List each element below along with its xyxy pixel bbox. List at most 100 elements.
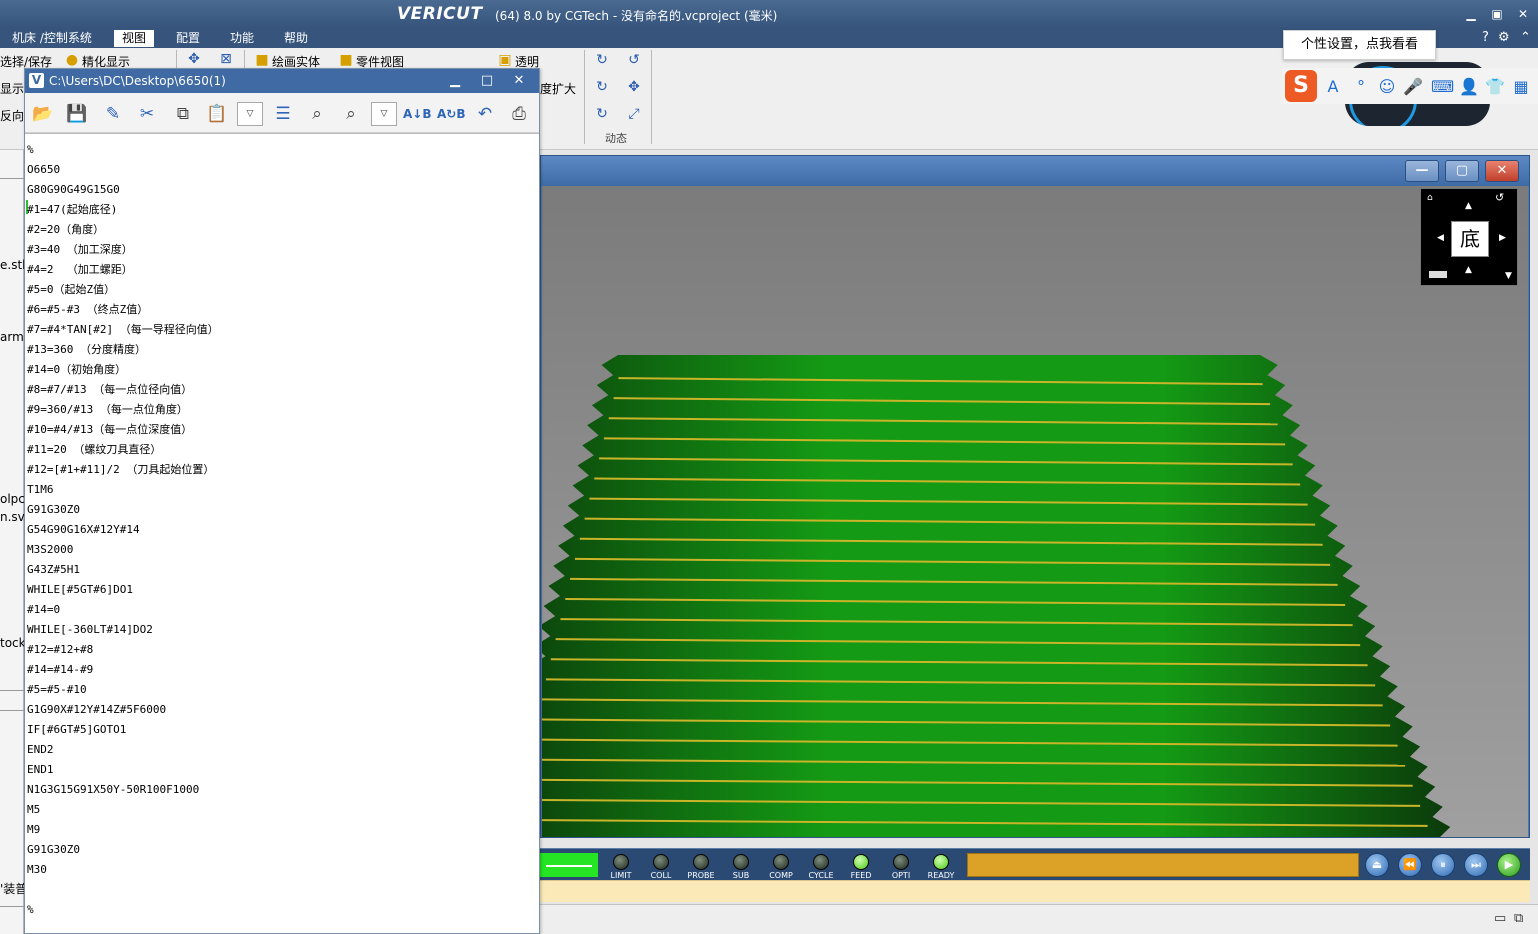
save-icon[interactable]: 💾 bbox=[65, 102, 89, 126]
help-icon[interactable]: ? bbox=[1482, 28, 1489, 48]
play-button[interactable]: ▶ bbox=[1497, 853, 1521, 877]
zoom-expand-button[interactable]: 度扩大 bbox=[540, 80, 576, 97]
tree-item-stl[interactable]: e.stl bbox=[0, 258, 26, 272]
status-led-coll: COLL bbox=[642, 852, 680, 880]
tree-item-arm[interactable]: arm bbox=[0, 330, 24, 344]
insert-line-icon[interactable]: ☰ bbox=[271, 102, 295, 126]
pan-icon[interactable]: ✥ bbox=[626, 79, 642, 95]
code-line: G91G30Z0 bbox=[27, 503, 80, 516]
rotate-cw-icon[interactable]: ↺ bbox=[626, 52, 642, 68]
code-line: % bbox=[27, 143, 34, 156]
cube-menu-icon[interactable]: ▼ bbox=[1505, 271, 1512, 281]
code-line: M9 bbox=[27, 823, 41, 836]
ime-tooltip[interactable]: 个性设置，点我看看 bbox=[1283, 30, 1436, 60]
replace-all-icon[interactable]: A↻B bbox=[437, 102, 466, 126]
ime-keyboard-icon[interactable]: ⌨ bbox=[1431, 77, 1454, 97]
find-icon[interactable]: ⌕ bbox=[305, 102, 329, 126]
draw-solid-icon: ■ bbox=[255, 52, 269, 68]
ime-emoji-icon[interactable]: ☺ bbox=[1377, 77, 1397, 97]
view-close-button[interactable]: ✕ bbox=[1485, 160, 1519, 182]
replace-icon[interactable]: A↓B bbox=[403, 102, 432, 126]
menu-view[interactable]: 视图 bbox=[114, 30, 155, 47]
pause-button[interactable]: ⏸ bbox=[1431, 853, 1455, 877]
cube-bar-icon[interactable] bbox=[1429, 271, 1447, 278]
ime-user-icon[interactable]: 👤 bbox=[1459, 77, 1479, 97]
tree-item-nsv[interactable]: n.sv bbox=[0, 510, 25, 524]
paste-icon[interactable]: 📋 bbox=[205, 102, 229, 126]
cube-face-bottom[interactable]: 底 bbox=[1451, 221, 1489, 257]
print-icon[interactable]: ⎙ bbox=[507, 102, 531, 126]
open-folder-icon[interactable]: 📂 bbox=[31, 102, 55, 126]
rotate-y-icon[interactable]: ↻ bbox=[594, 79, 610, 95]
rotate-view-icon[interactable]: ↺ bbox=[1495, 191, 1504, 204]
view-maximize-button[interactable]: ▢ bbox=[1445, 160, 1479, 182]
view-minimize-button[interactable]: — bbox=[1405, 160, 1439, 182]
minimize-panel-icon[interactable]: ▭ bbox=[1494, 911, 1506, 926]
paste-dropdown[interactable]: ▽ bbox=[237, 102, 263, 126]
step-button[interactable]: ⏭ bbox=[1464, 853, 1488, 877]
code-line: END2 bbox=[27, 743, 54, 756]
rotate-x-icon[interactable]: ↻ bbox=[594, 52, 610, 68]
copy-icon[interactable]: ⧉ bbox=[171, 102, 195, 126]
close-button[interactable]: ✕ bbox=[1514, 5, 1532, 23]
status-led-feed: FEED bbox=[842, 852, 880, 880]
simulation-progress-bar[interactable] bbox=[967, 853, 1359, 877]
main-titlebar: VERICUT (64) 8.0 by CGTech - 没有命名的.vcpro… bbox=[0, 0, 1538, 28]
find-dropdown[interactable]: ▽ bbox=[371, 102, 397, 126]
gear-icon[interactable]: ⚙ bbox=[1498, 28, 1510, 48]
zoom-region-icon[interactable]: ⤢ bbox=[626, 106, 642, 122]
code-line: G43Z#5H1 bbox=[27, 563, 80, 576]
menu-machine-control[interactable]: 机床 /控制系统 bbox=[4, 30, 100, 47]
menu-help[interactable]: 帮助 bbox=[276, 30, 316, 47]
code-line: WHILE[-360LT#14]DO2 bbox=[27, 623, 153, 636]
part-view-icon: ■ bbox=[339, 52, 353, 68]
tree-item-olpc[interactable]: olpc bbox=[0, 492, 25, 506]
editor-text-area[interactable]: % O6650 G80G90G49G15G0 #1=47(起始底径) #2=20（角度）… bbox=[25, 133, 539, 933]
rotate-icon[interactable]: ✥ bbox=[186, 51, 202, 67]
code-line: G80G90G49G15G0 bbox=[27, 183, 120, 196]
restore-panel-icon[interactable]: ⧉ bbox=[1514, 911, 1523, 926]
status-led-opti: OPTI bbox=[882, 852, 920, 880]
ribbon-divider bbox=[651, 50, 652, 144]
find-next-icon[interactable]: ⌕ bbox=[339, 102, 363, 126]
editor-maximize-button[interactable]: □ bbox=[477, 72, 497, 90]
editor-close-button[interactable]: ✕ bbox=[509, 72, 529, 90]
3d-viewport[interactable] bbox=[542, 186, 1528, 837]
reset-button[interactable]: ⏏ bbox=[1365, 853, 1389, 877]
led-light bbox=[773, 854, 789, 870]
cut-icon[interactable]: ✂ bbox=[135, 102, 159, 126]
ime-punct-icon[interactable]: ° bbox=[1351, 77, 1371, 97]
ime-skin-icon[interactable]: 👕 bbox=[1485, 77, 1505, 97]
ime-logo-icon[interactable]: S bbox=[1285, 70, 1317, 102]
collapse-ribbon-icon[interactable]: ⌃ bbox=[1520, 28, 1531, 48]
undo-icon[interactable]: ↶ bbox=[473, 102, 497, 126]
ime-voice-icon[interactable]: 🎤 bbox=[1403, 77, 1423, 97]
rewind-button[interactable]: ⏪ bbox=[1398, 853, 1422, 877]
arrow-down-icon[interactable]: ▲ bbox=[1465, 265, 1472, 275]
panel-divider bbox=[0, 690, 24, 691]
home-view-icon[interactable]: ⌂ bbox=[1427, 193, 1433, 203]
code-line: G91G30Z0 bbox=[27, 843, 80, 856]
tree-item-stock[interactable]: tock bbox=[0, 636, 26, 650]
code-line: #10=#4/#13（每一点位深度值） bbox=[27, 423, 193, 436]
fit-icon[interactable]: ⊠ bbox=[218, 51, 234, 67]
vericut-logo: VERICUT bbox=[397, 4, 483, 24]
ime-font-icon[interactable]: A bbox=[1323, 77, 1343, 97]
menu-function[interactable]: 功能 bbox=[222, 30, 262, 47]
rotate-z-icon[interactable]: ↻ bbox=[594, 106, 610, 122]
editor-minimize-button[interactable]: ▁ bbox=[445, 72, 465, 90]
minimize-button[interactable]: ▁ bbox=[1462, 5, 1480, 23]
menu-config[interactable]: 配置 bbox=[168, 30, 208, 47]
arrow-right-icon[interactable]: ▶ bbox=[1499, 233, 1506, 243]
led-light bbox=[733, 854, 749, 870]
save-as-icon[interactable]: ✎ bbox=[101, 102, 125, 126]
view-orientation-cube[interactable]: ⌂ ↺ ▲ ◀ ▶ ▲ ▼ 底 bbox=[1420, 188, 1518, 286]
arrow-left-icon[interactable]: ◀ bbox=[1437, 233, 1444, 243]
maximize-button[interactable]: ▣ bbox=[1488, 5, 1506, 23]
led-light bbox=[893, 854, 909, 870]
code-line: M3S2000 bbox=[27, 543, 74, 556]
ime-toolbox-icon[interactable]: ▦ bbox=[1511, 77, 1531, 97]
arrow-up-icon[interactable]: ▲ bbox=[1465, 201, 1472, 211]
project-tree-panel: e.stl arm olpc n.sv tock '装普. bbox=[0, 150, 31, 934]
led-light bbox=[813, 854, 829, 870]
